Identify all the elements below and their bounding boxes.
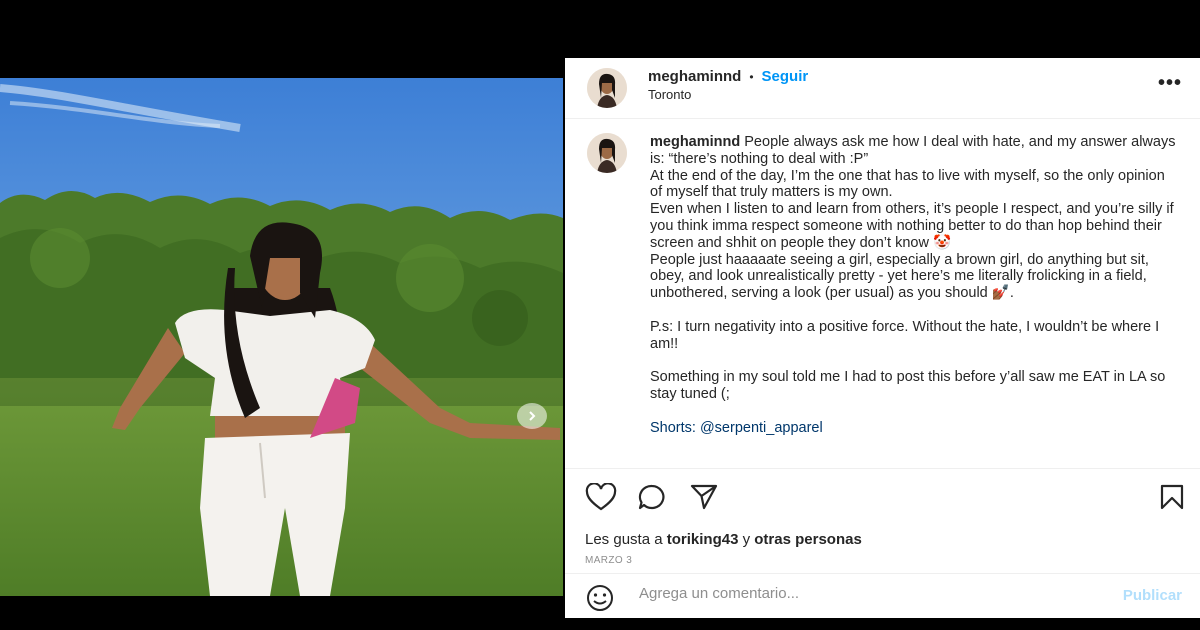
carousel-next-button[interactable] bbox=[517, 403, 547, 429]
avatar-image bbox=[587, 68, 627, 108]
heart-icon[interactable] bbox=[585, 483, 617, 511]
caption-line: meghaminnd People always ask me how I de… bbox=[650, 134, 1180, 168]
caption-line: Even when I listen to and learn from oth… bbox=[650, 201, 1174, 251]
post-location[interactable]: Toronto bbox=[648, 87, 691, 102]
share-icon[interactable] bbox=[689, 483, 719, 511]
likes-others-link[interactable]: otras personas bbox=[754, 531, 862, 548]
caption-line: People just haaaaate seeing a girl, espe… bbox=[650, 251, 1149, 302]
header-separator: • bbox=[749, 69, 754, 84]
comment-input[interactable] bbox=[637, 584, 1101, 603]
post-caption: meghaminnd People always ask me how I de… bbox=[650, 134, 1180, 468]
caption-gap bbox=[650, 302, 1180, 319]
caption-avatar-image bbox=[587, 133, 627, 173]
caption-line: P.s: I turn negativity into a positive f… bbox=[650, 318, 1160, 352]
comment-bar: Publicar bbox=[565, 573, 1200, 619]
post-username[interactable]: meghaminnd bbox=[648, 68, 741, 85]
chevron-right-icon bbox=[529, 411, 536, 421]
post-header: meghaminnd • Seguir Toronto ••• bbox=[565, 58, 1200, 119]
likes-connector: y bbox=[742, 531, 751, 548]
caption-line[interactable]: Shorts: @serpenti_apparel bbox=[650, 420, 1180, 437]
post-date[interactable]: MARZO 3 bbox=[585, 555, 632, 566]
caption-gap bbox=[650, 403, 1180, 420]
post-photo-illustration bbox=[0, 78, 563, 596]
emoji-icon[interactable] bbox=[585, 584, 615, 612]
caption-gap bbox=[650, 352, 1180, 369]
post-photo bbox=[0, 78, 563, 596]
publish-button[interactable]: Publicar bbox=[1123, 587, 1182, 604]
post-detail-panel: meghaminnd • Seguir Toronto ••• meghamin… bbox=[565, 58, 1200, 618]
caption-line: At the end of the day, I’m the one that … bbox=[650, 167, 1165, 201]
likes-user-link[interactable]: toriking43 bbox=[667, 531, 739, 548]
more-options-icon[interactable]: ••• bbox=[1158, 72, 1182, 95]
caption-username[interactable]: meghaminnd bbox=[650, 134, 740, 150]
avatar[interactable] bbox=[587, 68, 627, 108]
likes-summary: Les gusta a toriking43 y otras personas bbox=[585, 531, 862, 548]
caption-avatar[interactable] bbox=[587, 133, 627, 173]
caption-line: Something in my soul told me I had to po… bbox=[650, 369, 1166, 402]
follow-button[interactable]: Seguir bbox=[762, 68, 809, 85]
bookmark-icon[interactable] bbox=[1159, 483, 1185, 511]
comment-icon[interactable] bbox=[637, 483, 667, 511]
likes-prefix: Les gusta a bbox=[585, 531, 663, 548]
